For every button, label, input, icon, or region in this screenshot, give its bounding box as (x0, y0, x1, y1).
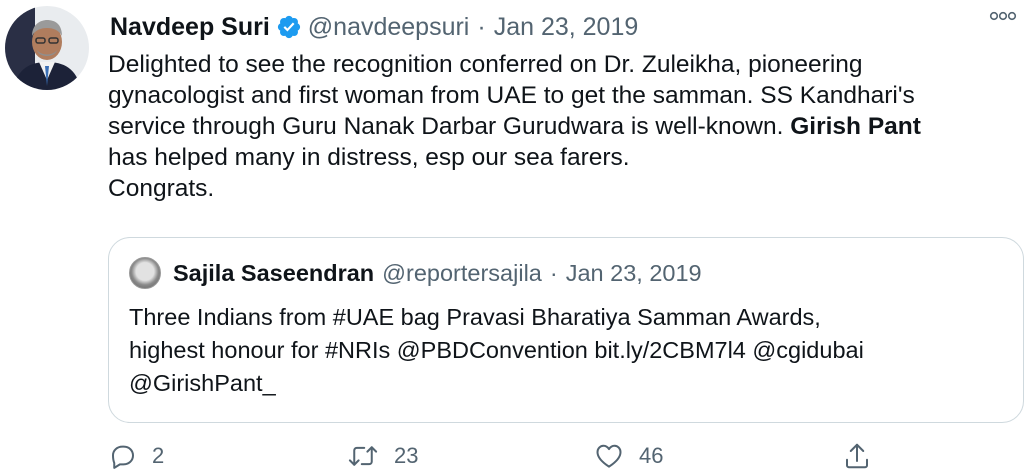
tweet-text-line: Congrats. (108, 175, 215, 202)
tweet-actions-bar: 2 23 46 (108, 438, 1008, 474)
reply-count: 2 (152, 443, 165, 468)
separator-dot: · (477, 12, 486, 41)
quoted-author-name: Sajila Saseendran (173, 259, 375, 286)
tweet-text-line: service through Guru Nanak Darbar Gurudw… (108, 113, 921, 140)
retweet-count: 23 (394, 443, 419, 468)
quoted-text-line: highest honour for #NRIs @PBDConvention … (129, 337, 864, 363)
bold-mention-girish-pant: Girish Pant (790, 113, 921, 140)
verified-badge-icon (276, 14, 302, 40)
tweet-header: Navdeep Suri @navdeepsuri · Jan 23, 2019 (110, 10, 1004, 44)
like-count: 46 (639, 443, 664, 468)
heart-icon (596, 444, 622, 468)
author-handle[interactable]: @navdeepsuri (308, 13, 470, 42)
author-avatar[interactable] (5, 6, 89, 90)
retweet-button[interactable]: 23 (346, 438, 418, 474)
tweet-text-line: Delighted to see the recognition conferr… (108, 51, 863, 78)
author-avatar-image (5, 6, 89, 90)
more-options-icon (989, 11, 1017, 21)
quoted-text-line: @GirishPant_ (129, 370, 276, 396)
quoted-separator-dot: · (549, 259, 558, 286)
quoted-author-handle: @reportersajila (382, 259, 542, 286)
quoted-tweet-header: Sajila Saseendran @reportersajila · Jan … (129, 256, 702, 290)
retweet-icon (348, 446, 378, 466)
share-button[interactable] (842, 438, 872, 474)
author-name[interactable]: Navdeep Suri (110, 13, 270, 42)
more-options-button[interactable] (986, 4, 1020, 28)
reply-button[interactable]: 2 (108, 438, 164, 474)
like-button[interactable]: 46 (593, 438, 663, 474)
reply-icon (112, 445, 134, 469)
tweet-text: Delighted to see the recognition conferr… (108, 49, 1014, 204)
tweet-text-line: gynacologist and first woman from UAE to… (108, 82, 915, 109)
tweet-date[interactable]: Jan 23, 2019 (494, 13, 639, 42)
share-icon (846, 443, 868, 469)
quoted-tweet-text: Three Indians from #UAE bag Pravasi Bhar… (129, 301, 1009, 400)
quoted-tweet-card[interactable]: Sajila Saseendran @reportersajila · Jan … (108, 237, 1024, 423)
tweet-text-line: has helped many in distress, esp our sea… (108, 144, 630, 171)
quoted-tweet-date: Jan 23, 2019 (565, 259, 702, 286)
quoted-text-line: Three Indians from #UAE bag Pravasi Bhar… (129, 304, 821, 330)
quoted-author-avatar (129, 257, 161, 289)
